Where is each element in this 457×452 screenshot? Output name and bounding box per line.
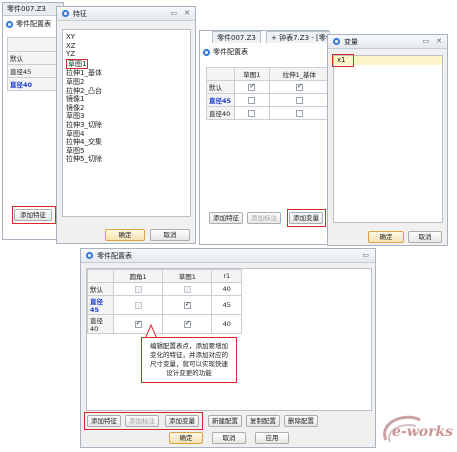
features-title: 特征: [73, 9, 87, 18]
highlight-bottom-buttons: [84, 412, 203, 430]
row-label[interactable]: 默认: [7, 51, 63, 65]
variables-dialog: 变量 ▭ ✕ x1 确定 取消: [327, 34, 448, 246]
config-grid-3: 圆角1 草图1 r1 默认 40 直径45 45 直径40 40: [87, 269, 242, 334]
feature-item[interactable]: XZ: [66, 42, 190, 51]
r1-value[interactable]: 40: [211, 282, 242, 296]
checkbox[interactable]: [295, 109, 303, 117]
config-window-2-title: 零件配置表: [213, 48, 248, 56]
config-grid-1: 默认 直径45 直径40: [7, 37, 63, 91]
r1-value[interactable]: 45: [211, 295, 242, 315]
config-window-3-titlebar: 零件配置表 ▭: [81, 249, 375, 263]
checkbox[interactable]: [183, 300, 191, 309]
window-1-title: 零件007.Z3: [7, 5, 46, 13]
row-label[interactable]: 默认: [206, 80, 235, 94]
config-table-icon: [85, 251, 94, 260]
pin-icon[interactable]: ▭: [422, 37, 429, 45]
callout-text: 编辑配置表点，添加要增加变化的特征，并添加对应的尺寸变量，就可以实现快速设计变更…: [150, 342, 228, 377]
row-label[interactable]: 直径40: [206, 106, 235, 120]
feature-item[interactable]: YZ: [66, 50, 190, 59]
close-icon[interactable]: ✕: [184, 9, 190, 17]
feature-item[interactable]: 拉伸2_凸台: [66, 87, 190, 96]
tab-part007[interactable]: 零件007.Z3: [212, 31, 261, 43]
variables-icon: [332, 37, 341, 46]
new-config-button[interactable]: 新建配置: [208, 415, 242, 427]
feature-item[interactable]: 草图2: [66, 78, 190, 87]
delete-config-button[interactable]: 删除配置: [284, 415, 318, 427]
checkbox[interactable]: [295, 96, 303, 104]
features-list: XY XZ YZ 草图1 拉伸1_基体 草图2 拉伸2_凸台 镜像1 镜像2 草…: [62, 29, 191, 217]
grid-corner: [206, 67, 235, 81]
grid-corner: [7, 37, 63, 52]
column-header[interactable]: r1: [211, 269, 242, 283]
checkbox[interactable]: [183, 285, 191, 293]
config-window-2: 零件007.Z3 + 钟表7.Z3 - [零件 零件配置表 草图1 拉伸1_基体…: [199, 30, 331, 245]
config-window-2-header: 零件配置表: [202, 47, 248, 57]
cancel-button[interactable]: 取消: [212, 432, 246, 444]
features-icon: [61, 9, 70, 18]
feature-item[interactable]: 拉伸5_切除: [66, 155, 190, 164]
checkbox[interactable]: [248, 82, 256, 91]
copy-config-button[interactable]: 复制配置: [246, 415, 280, 427]
row-label[interactable]: 默认: [87, 282, 114, 296]
feature-item[interactable]: 拉伸4_交集: [66, 138, 190, 147]
variables-cancel-button[interactable]: 取消: [408, 231, 442, 243]
highlight-variable: [332, 54, 354, 67]
feature-item[interactable]: 镜像2: [66, 104, 190, 113]
column-header[interactable]: 草图1: [162, 269, 213, 283]
feature-item-selected[interactable]: 草图1: [66, 58, 89, 70]
config-grid-2: 草图1 拉伸1_基体 默认 直径45 直径40: [206, 67, 331, 120]
variables-ok-button[interactable]: 确定: [368, 231, 404, 243]
row-label[interactable]: 直径40: [7, 77, 63, 91]
config-window-1: 零件007.Z3 零件配置表 默认 直径45 直径40 添加特征: [2, 2, 64, 240]
feature-item[interactable]: 草图4: [66, 130, 190, 139]
config-window-3-title: 零件配置表: [97, 251, 132, 260]
config-window-1-header: 零件配置表: [5, 19, 51, 29]
checkbox[interactable]: [248, 96, 256, 104]
variables-list: x1: [333, 55, 443, 223]
close-icon[interactable]: ✕: [436, 37, 442, 45]
column-header[interactable]: 圆角1: [112, 269, 164, 283]
column-header[interactable]: 拉伸1_基体: [268, 67, 331, 81]
ok-button[interactable]: 确定: [169, 432, 203, 444]
column-header[interactable]: 草图1: [234, 67, 270, 81]
feature-item[interactable]: 拉伸3_切除: [66, 121, 190, 130]
highlight-add-feature: [12, 206, 56, 224]
add-feature-button[interactable]: 添加特征: [209, 212, 243, 224]
row-label[interactable]: 直径45: [206, 93, 235, 107]
row-label[interactable]: 直径45: [7, 64, 63, 78]
feature-item[interactable]: 镜像1: [66, 95, 190, 104]
apply-button[interactable]: 应用: [255, 432, 289, 444]
checkbox[interactable]: [183, 319, 191, 328]
checkbox[interactable]: [134, 285, 142, 293]
variables-title: 变量: [344, 37, 358, 46]
config-window-1-title: 零件配置表: [16, 20, 51, 28]
e-works-watermark: e-works: [376, 412, 454, 448]
r1-value[interactable]: 40: [211, 314, 242, 334]
pin-icon[interactable]: ▭: [170, 9, 177, 17]
config-table-icon: [202, 48, 211, 56]
watermark-text: e-works: [392, 424, 454, 440]
checkbox[interactable]: [295, 82, 303, 91]
checkbox[interactable]: [248, 109, 256, 117]
checkbox[interactable]: [134, 301, 142, 309]
config-window-1-tab[interactable]: 零件007.Z3: [3, 3, 63, 16]
config-window-3: 零件配置表 ▭ 圆角1 草图1 r1 默认 40 直径45 45 直径40 40: [80, 248, 376, 448]
features-cancel-button[interactable]: 取消: [150, 229, 190, 241]
feature-item[interactable]: 草图3: [66, 112, 190, 121]
config-table-icon: [5, 20, 14, 28]
features-titlebar: 特征 ▭ ✕: [57, 7, 195, 21]
feature-item[interactable]: 拉伸1_基体: [66, 69, 190, 78]
feature-item[interactable]: XY: [66, 33, 190, 42]
add-annotation-button[interactable]: 添加标注: [247, 212, 281, 224]
row-label[interactable]: 直径40: [87, 314, 114, 334]
features-dialog: 特征 ▭ ✕ XY XZ YZ 草图1 拉伸1_基体 草图2 拉伸2_凸台 镜像…: [56, 6, 196, 244]
pin-icon[interactable]: ▭: [362, 251, 369, 259]
row-label[interactable]: 直径45: [87, 295, 114, 315]
features-ok-button[interactable]: 确定: [105, 229, 145, 241]
highlight-add-variable: [287, 209, 326, 227]
grid-corner: [87, 269, 114, 283]
variables-titlebar: 变量 ▭ ✕: [328, 35, 447, 49]
tab-clock[interactable]: + 钟表7.Z3 - [零件: [266, 31, 330, 43]
callout-box: 编辑配置表点，添加要增加变化的特征，并添加对应的尺寸变量，就可以实现快速设计变更…: [141, 337, 237, 383]
